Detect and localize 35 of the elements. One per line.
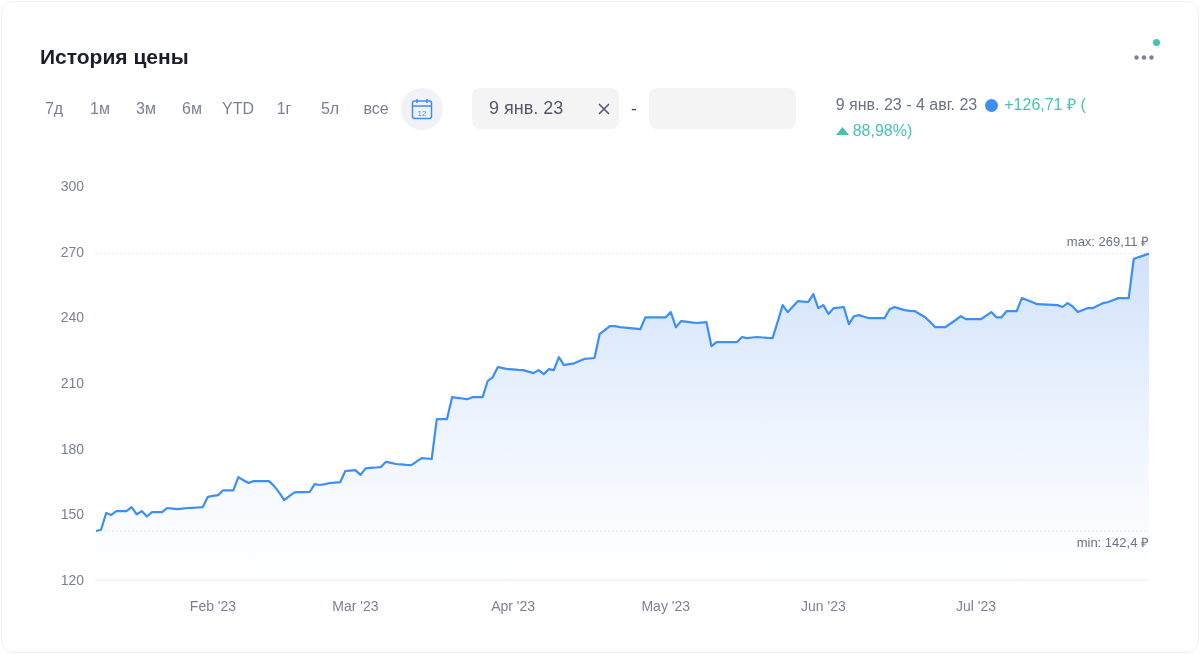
price-change: +126,71 ₽ ( (1004, 95, 1086, 115)
calendar-icon: 12 (411, 98, 433, 120)
date-range-text: 9 янв. 23 - 4 авг. 23 (835, 95, 978, 115)
axis-tick-label: Feb '23 (189, 598, 237, 614)
axis-tick-label: Jun '23 (801, 598, 846, 614)
date-value: 9 янв. 23 (489, 97, 565, 120)
percent-change: 88,98%) (852, 121, 913, 141)
period-tab[interactable]: YTD (215, 88, 261, 130)
period-tab[interactable]: 3м (123, 88, 169, 130)
period-tab[interactable]: 5л (307, 88, 353, 130)
axis-tick-label: 270 (60, 243, 84, 260)
axis-tick-label: 210 (60, 375, 84, 391)
range-separator: - (631, 98, 637, 120)
period-tab[interactable]: 6м (169, 88, 215, 130)
axis-tick-label: 300 (60, 178, 84, 194)
period-tab[interactable]: 1г (261, 88, 307, 130)
clear-icon[interactable] (598, 102, 610, 115)
calendar-button[interactable]: 12 (401, 88, 443, 130)
widget-title: История цены (40, 44, 189, 71)
period-tab[interactable]: все (353, 88, 399, 130)
period-tab[interactable]: 7д (31, 88, 77, 130)
more-icon (1134, 54, 1154, 60)
axis-tick-label: Jul '23 (956, 598, 997, 614)
period-tab[interactable]: 1м (77, 88, 123, 130)
date-from-field[interactable]: 9 янв. 23 (472, 88, 619, 129)
axis-tick-label: May '23 (641, 598, 691, 614)
axis-tick-label: Apr '23 (491, 598, 536, 614)
annotation-label: max: 269,11 ₽ (1066, 233, 1149, 249)
axis-tick-label: 150 (60, 506, 84, 523)
axis-tick-label: 120 (60, 572, 84, 588)
up-triangle-icon (835, 127, 849, 135)
axis-tick-label: 240 (60, 309, 84, 326)
axis-tick-label: 180 (60, 440, 84, 457)
annotation-label: min: 142,4 ₽ (1076, 534, 1149, 550)
axis-tick-label: Mar '23 (332, 598, 379, 614)
